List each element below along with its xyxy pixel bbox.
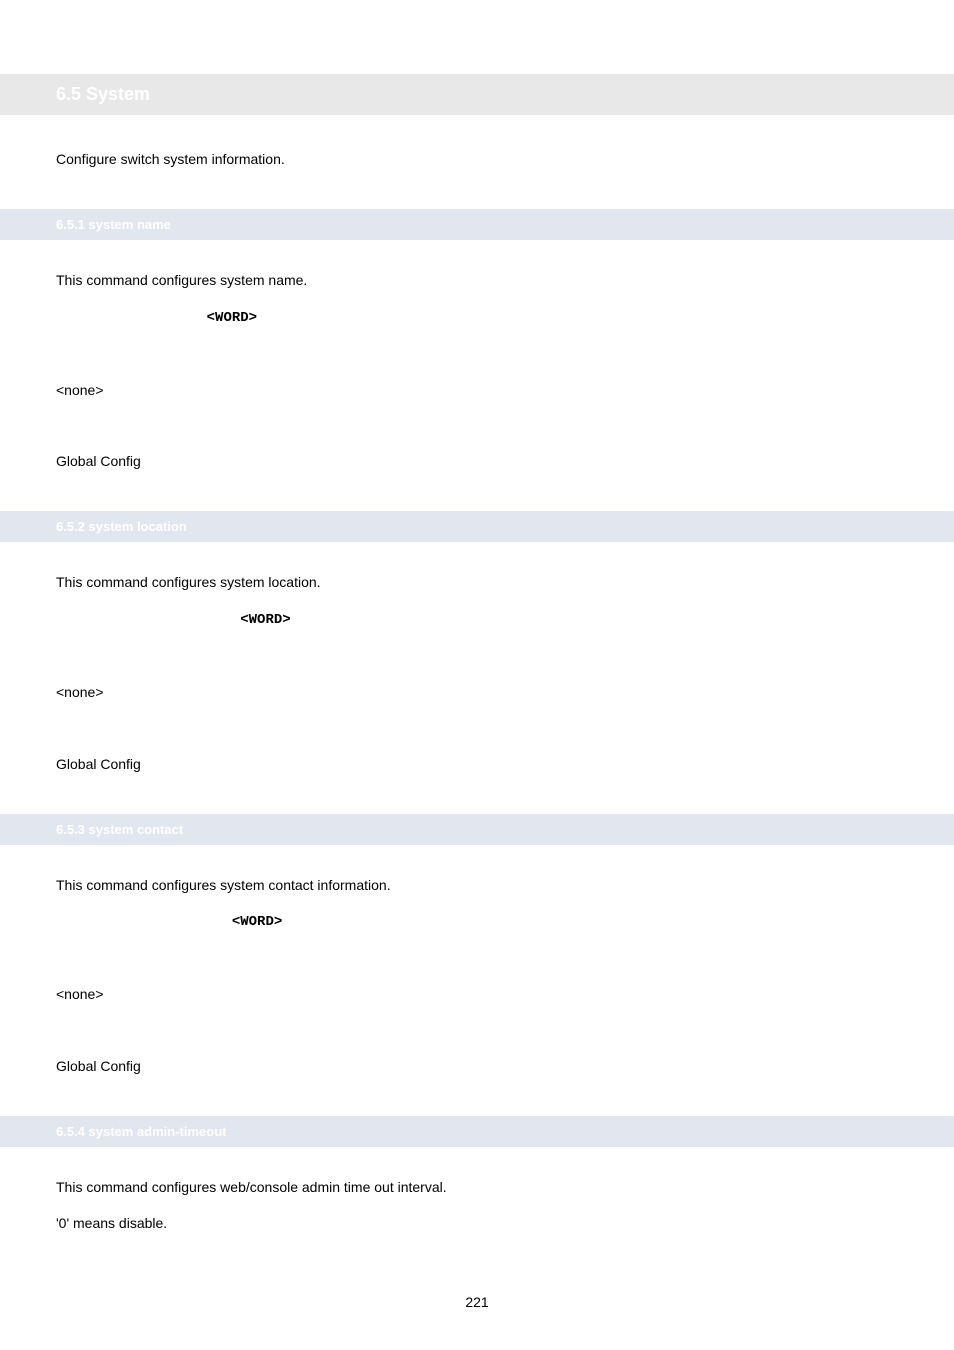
subsection-header-system-location: 6.5.2 system location [0, 511, 954, 542]
syntax-param: <WORD> [207, 310, 257, 326]
syntax-param: <WORD> [232, 914, 282, 930]
syntax-cmd: system location [106, 612, 240, 628]
syntax-line: Syntax system location <WORD> [56, 606, 898, 634]
mode-label: Command Mode [56, 417, 165, 433]
syntax-label: Syntax [56, 610, 102, 626]
syntax-param: <WORD> [240, 612, 290, 628]
mode-label: Command Mode [56, 720, 165, 736]
syntax-cmd: system contact [106, 914, 232, 930]
section-header: 6.5 System [0, 74, 954, 115]
subsection-system-name-content: This command configures system name. Syn… [0, 268, 954, 475]
default-label: Default Setting [56, 950, 155, 966]
mode-label: Command Mode [56, 1022, 165, 1038]
subsection-system-location-content: This command configures system location.… [0, 570, 954, 777]
description-text: This command configures system location. [56, 570, 898, 596]
default-label: Default Setting [56, 648, 155, 664]
subsection-header-system-name: 6.5.1 system name [0, 209, 954, 240]
description-text: This command configures system contact i… [56, 873, 898, 899]
mode-value: Global Config [56, 449, 898, 475]
syntax-cmd: system name [106, 310, 207, 326]
default-label: Default Setting [56, 346, 155, 362]
subsection-header-system-admin-timeout: 6.5.4 system admin-timeout [0, 1116, 954, 1147]
default-line: Default Setting [56, 342, 898, 368]
section-description: Configure switch system information. [0, 147, 954, 173]
default-value: <none> [56, 378, 898, 404]
default-line: Default Setting [56, 946, 898, 972]
mode-line: Command Mode [56, 413, 898, 439]
mode-line: Command Mode [56, 716, 898, 742]
description-text: This command configures web/console admi… [56, 1175, 898, 1201]
section-description-text: Configure switch system information. [56, 147, 898, 173]
description-text: This command configures system name. [56, 268, 898, 294]
mode-value: Global Config [56, 752, 898, 778]
syntax-line: Syntax system contact <WORD> [56, 908, 898, 936]
syntax-line: Syntax system name <WORD> [56, 304, 898, 332]
syntax-label: Syntax [56, 912, 102, 928]
syntax-label: Syntax [56, 308, 102, 324]
subsection-header-system-contact: 6.5.3 system contact [0, 814, 954, 845]
subsection-system-contact-content: This command configures system contact i… [0, 873, 954, 1080]
mode-line: Command Mode [56, 1018, 898, 1044]
page-number: 221 [465, 1294, 488, 1310]
description-text-2: '0' means disable. [56, 1211, 898, 1237]
mode-value: Global Config [56, 1054, 898, 1080]
default-value: <none> [56, 982, 898, 1008]
subsection-system-admin-timeout-content: This command configures web/console admi… [0, 1175, 954, 1237]
default-value: <none> [56, 680, 898, 706]
default-line: Default Setting [56, 644, 898, 670]
